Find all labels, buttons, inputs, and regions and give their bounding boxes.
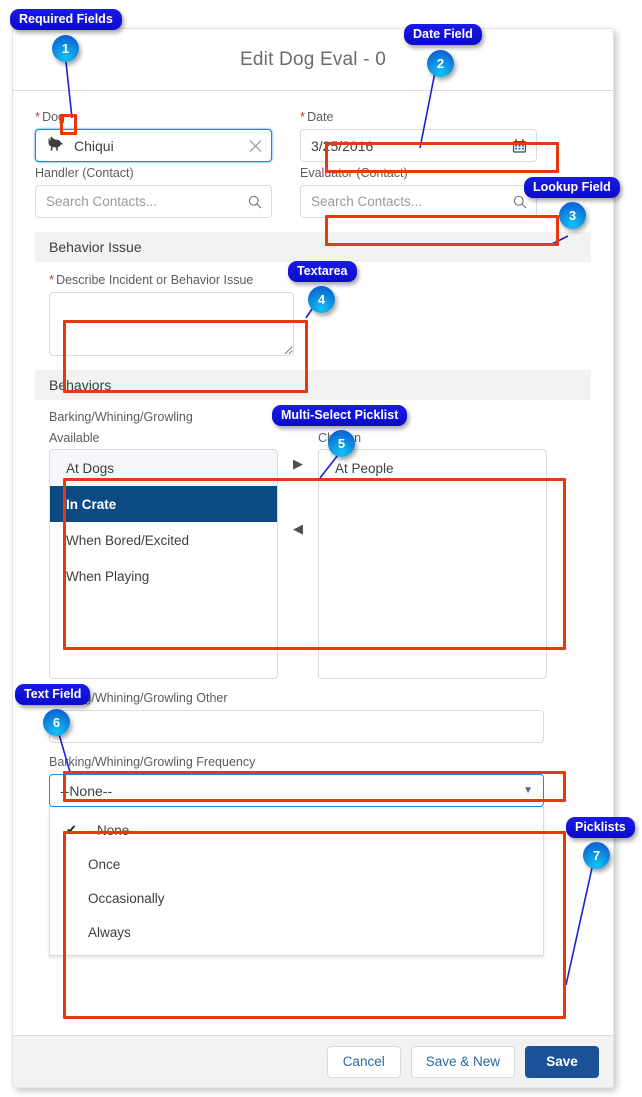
dog-label: * Dog — [35, 109, 272, 124]
section-header-behaviors: Behaviors — [35, 370, 591, 400]
date-input[interactable]: 3/25/2016 — [300, 129, 537, 162]
transfer-buttons: ▶ ◀ — [278, 431, 318, 535]
evaluator-label: Evaluator (Contact) — [300, 166, 408, 180]
available-listbox[interactable]: At Dogs In Crate When Bored/Excited When… — [49, 449, 278, 679]
list-item[interactable]: When Bored/Excited — [50, 522, 277, 558]
save-and-new-button[interactable]: Save & New — [410, 1045, 515, 1078]
date-label-text: Date — [307, 110, 334, 124]
form-row-dog-date: * Dog Chiqui * Date 3/25/2016 — [35, 109, 591, 162]
handler-label: Handler (Contact) — [35, 166, 134, 180]
dog-icon — [46, 136, 65, 156]
menu-item[interactable]: ✔ --None-- — [50, 813, 543, 847]
field-group-describe: * Describe Incident or Behavior Issue — [49, 272, 591, 356]
chevron-down-icon[interactable]: ▼ — [523, 785, 533, 796]
menu-item-label: Once — [88, 856, 121, 872]
modal-header: Edit Dog Eval - 0 — [13, 29, 613, 91]
screenshot-root: Edit Dog Eval - 0 * Dog Chiqui * Date 3/… — [0, 0, 642, 1097]
dog-value-text: Chiqui — [74, 137, 114, 154]
field-group-date: * Date 3/25/2016 — [300, 109, 537, 162]
describe-textarea[interactable] — [49, 292, 294, 356]
chosen-label: Chosen — [318, 431, 362, 445]
chosen-listbox[interactable]: At People — [318, 449, 547, 679]
modal-body: * Dog Chiqui * Date 3/25/2016 Handler (C… — [13, 91, 613, 1035]
dual-listbox: Available At Dogs In Crate When Bored/Ex… — [49, 431, 591, 679]
available-label: Available — [49, 431, 100, 445]
evaluator-lookup-input[interactable]: Search Contacts... — [300, 185, 537, 218]
field-group-other: Barking/Whining/Growling Other — [49, 691, 591, 743]
edit-record-modal: Edit Dog Eval - 0 * Dog Chiqui * Date 3/… — [12, 28, 614, 1088]
required-asterisk: * — [35, 109, 41, 124]
date-value-text: 3/25/2016 — [311, 137, 374, 154]
menu-item[interactable]: Occasionally — [50, 881, 543, 915]
triangle-left-icon[interactable]: ◀ — [293, 522, 303, 535]
describe-label: * Describe Incident or Behavior Issue — [49, 272, 591, 287]
list-item[interactable]: At People — [319, 450, 546, 486]
list-item[interactable]: When Playing — [50, 558, 277, 594]
menu-item[interactable]: Always — [50, 915, 543, 949]
available-column: Available At Dogs In Crate When Bored/Ex… — [49, 431, 278, 679]
field-group-evaluator: Evaluator (Contact) Search Contacts... — [300, 166, 537, 218]
handler-lookup-input[interactable]: Search Contacts... — [35, 185, 272, 218]
frequency-selected-value: --None-- — [60, 782, 113, 799]
dog-label-text: Dog — [42, 110, 65, 124]
field-group-dog: * Dog Chiqui — [35, 109, 272, 162]
section-header-behavior-issue: Behavior Issue — [35, 232, 591, 262]
evaluator-placeholder: Search Contacts... — [311, 194, 423, 209]
page-title: Edit Dog Eval - 0 — [240, 48, 386, 70]
frequency-dropdown-menu[interactable]: ✔ --None-- Once Occasionally Always — [49, 807, 544, 956]
menu-item[interactable]: Once — [50, 847, 543, 881]
handler-placeholder: Search Contacts... — [46, 194, 158, 209]
menu-item-label: Always — [88, 924, 131, 940]
chosen-column: Chosen At People — [318, 431, 547, 679]
dog-lookup-input[interactable]: Chiqui — [35, 129, 272, 162]
frequency-label: Barking/Whining/Growling Frequency — [49, 755, 256, 769]
search-icon[interactable] — [513, 195, 527, 209]
multiselect-group: Barking/Whining/Growling Available At Do… — [49, 410, 591, 679]
search-icon[interactable] — [248, 195, 262, 209]
required-asterisk: * — [49, 272, 55, 287]
other-label: Barking/Whining/Growling Other — [49, 691, 228, 705]
frequency-combobox[interactable]: --None-- ▼ — [49, 774, 544, 807]
list-item[interactable]: In Crate — [50, 486, 277, 522]
cancel-button[interactable]: Cancel — [326, 1045, 401, 1078]
field-group-frequency: Barking/Whining/Growling Frequency --Non… — [49, 755, 591, 956]
menu-item-label: --None-- — [88, 822, 139, 838]
calendar-icon[interactable] — [512, 138, 527, 153]
date-label: * Date — [300, 109, 537, 124]
check-icon: ✔ — [66, 822, 77, 837]
triangle-right-icon[interactable]: ▶ — [293, 457, 303, 470]
save-button[interactable]: Save — [525, 1045, 599, 1078]
list-item[interactable]: At Dogs — [50, 450, 277, 486]
multiselect-label: Barking/Whining/Growling — [49, 410, 193, 424]
form-row-handler-evaluator: Handler (Contact) Search Contacts... Eva… — [35, 166, 591, 218]
close-x-icon[interactable] — [249, 139, 262, 152]
other-text-input[interactable] — [49, 710, 544, 743]
modal-footer: Cancel Save & New Save — [13, 1035, 613, 1087]
menu-item-label: Occasionally — [88, 890, 165, 906]
required-asterisk: * — [300, 109, 306, 124]
dog-selected-pill: Chiqui — [46, 136, 114, 156]
field-group-handler: Handler (Contact) Search Contacts... — [35, 166, 272, 218]
describe-label-text: Describe Incident or Behavior Issue — [56, 273, 254, 287]
